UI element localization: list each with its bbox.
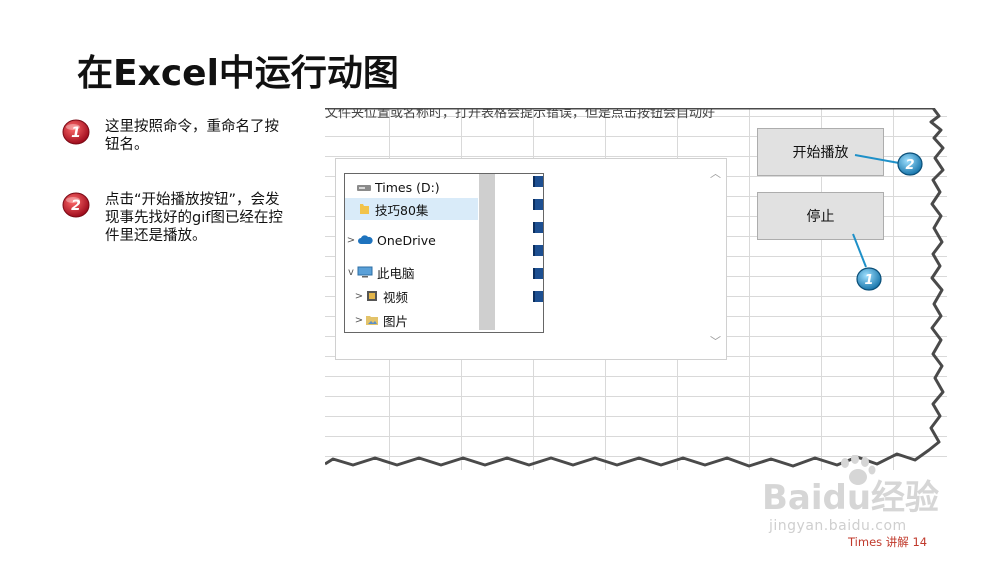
step-2-text: 点击“开始播放按钮”，会发现事先找好的gif图已经在控件里还是播放。	[105, 192, 283, 244]
footer-page-label: Times 讲解 14	[848, 535, 928, 549]
torn-edge-frame	[325, 108, 945, 468]
step-1-text: 这里按照命令，重命名了按钮名。	[105, 119, 279, 153]
baidu-watermark-logo: Baidu经验	[762, 455, 939, 515]
slide-title: 在Excel中运行动图	[77, 53, 399, 94]
svg-text:2: 2	[71, 198, 81, 214]
svg-text:1: 1	[71, 125, 81, 141]
watermark-url: jingyan.baidu.com	[769, 518, 907, 534]
step-2: 2 点击“开始播放按钮”，会发现事先找好的gif图已经在控件里还是播放。	[62, 191, 285, 245]
step-badge-2-icon: 2	[62, 192, 90, 218]
excel-screenshot: 文件夹位置或名称时，打开表格会提示错误，但是点击按钮会自动好 ︿ ﹀ Times…	[325, 108, 947, 470]
step-badge-1-icon: 1	[62, 119, 90, 145]
step-1: 1 这里按照命令，重命名了按钮名。	[62, 118, 285, 154]
svg-text:Baidu经验: Baidu经验	[762, 478, 939, 515]
